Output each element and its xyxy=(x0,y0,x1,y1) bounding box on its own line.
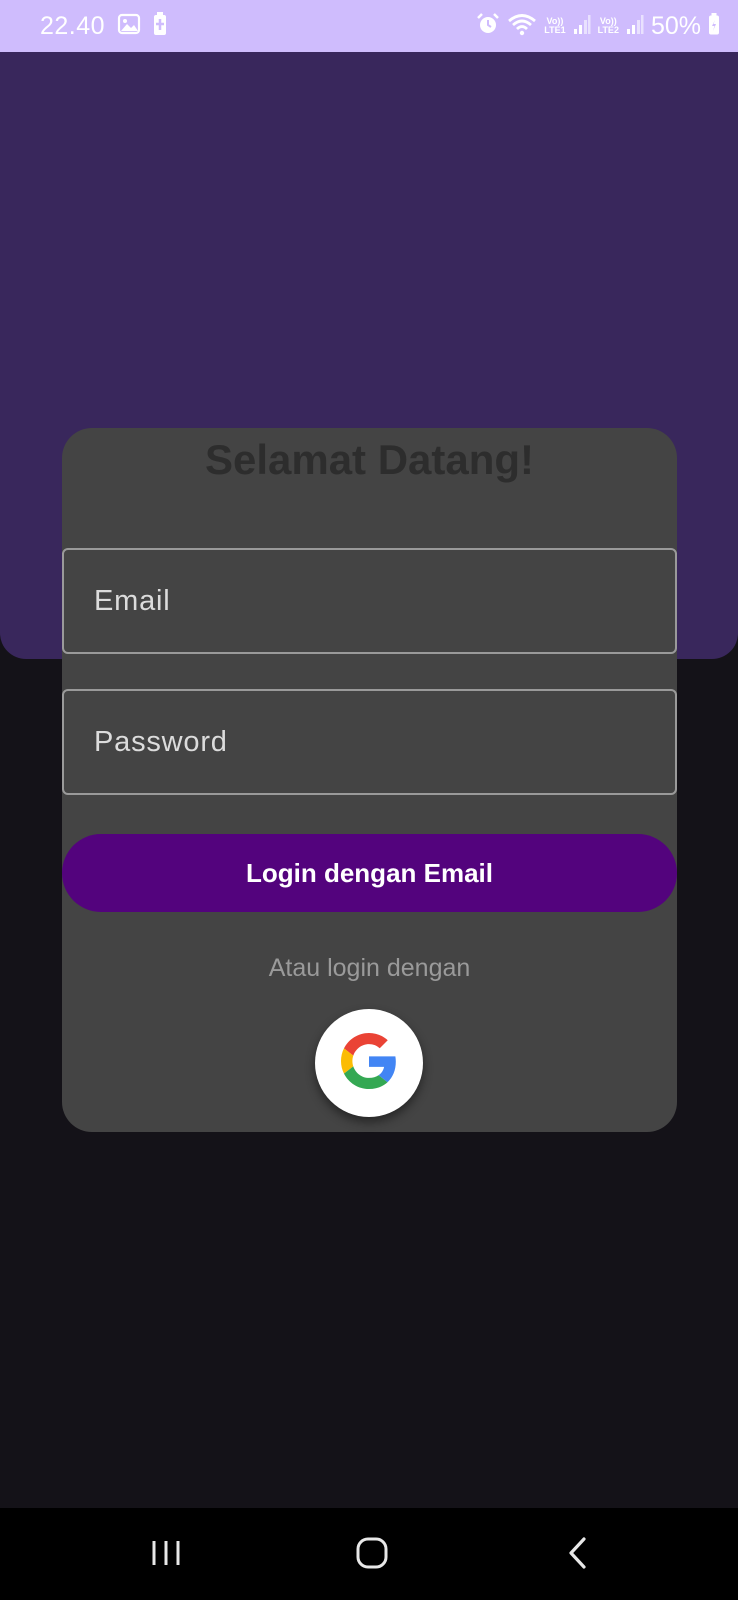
email-placeholder: Email xyxy=(94,584,171,617)
status-left: 22.40 xyxy=(40,11,167,41)
alarm-icon xyxy=(476,12,500,41)
password-placeholder: Password xyxy=(94,725,228,758)
recents-button[interactable] xyxy=(136,1530,196,1580)
home-icon xyxy=(355,1536,389,1575)
sim1-indicator: Vo)) LTE1 xyxy=(544,17,565,35)
navigation-bar xyxy=(0,1508,738,1600)
home-button[interactable] xyxy=(342,1530,402,1580)
sim2-label: LTE2 xyxy=(597,25,619,35)
status-time: 22.40 xyxy=(40,11,106,40)
signal-icon-2 xyxy=(626,13,644,40)
battery-percent: 50% xyxy=(650,11,701,40)
password-field[interactable]: Password xyxy=(62,689,677,795)
wifi-icon xyxy=(507,12,537,41)
login-email-button[interactable]: Login dengan Email xyxy=(62,834,677,912)
email-field[interactable]: Email xyxy=(62,548,677,654)
gallery-icon xyxy=(117,12,141,41)
signal-icon xyxy=(573,13,591,40)
battery-saver-icon xyxy=(153,11,167,41)
battery-icon xyxy=(708,12,720,40)
recents-icon xyxy=(149,1538,183,1573)
login-button-label: Login dengan Email xyxy=(245,857,493,888)
page-title: Selamat Datang! xyxy=(204,436,535,483)
back-icon xyxy=(565,1536,591,1575)
login-card: Selamat Datang! Email Password Login den… xyxy=(62,428,677,1132)
status-bar: 22.40 Vo)) LTE1 Vo)) LTE2 50% xyxy=(0,0,738,52)
sim1-label: LTE1 xyxy=(544,25,566,35)
status-right: Vo)) LTE1 Vo)) LTE2 50% xyxy=(476,12,720,41)
google-icon xyxy=(341,1032,397,1094)
google-login-button[interactable] xyxy=(315,1009,423,1117)
back-button[interactable] xyxy=(548,1530,608,1580)
alternative-login-text: Atau login dengan xyxy=(268,954,471,982)
sim2-indicator: Vo)) LTE2 xyxy=(598,17,619,35)
